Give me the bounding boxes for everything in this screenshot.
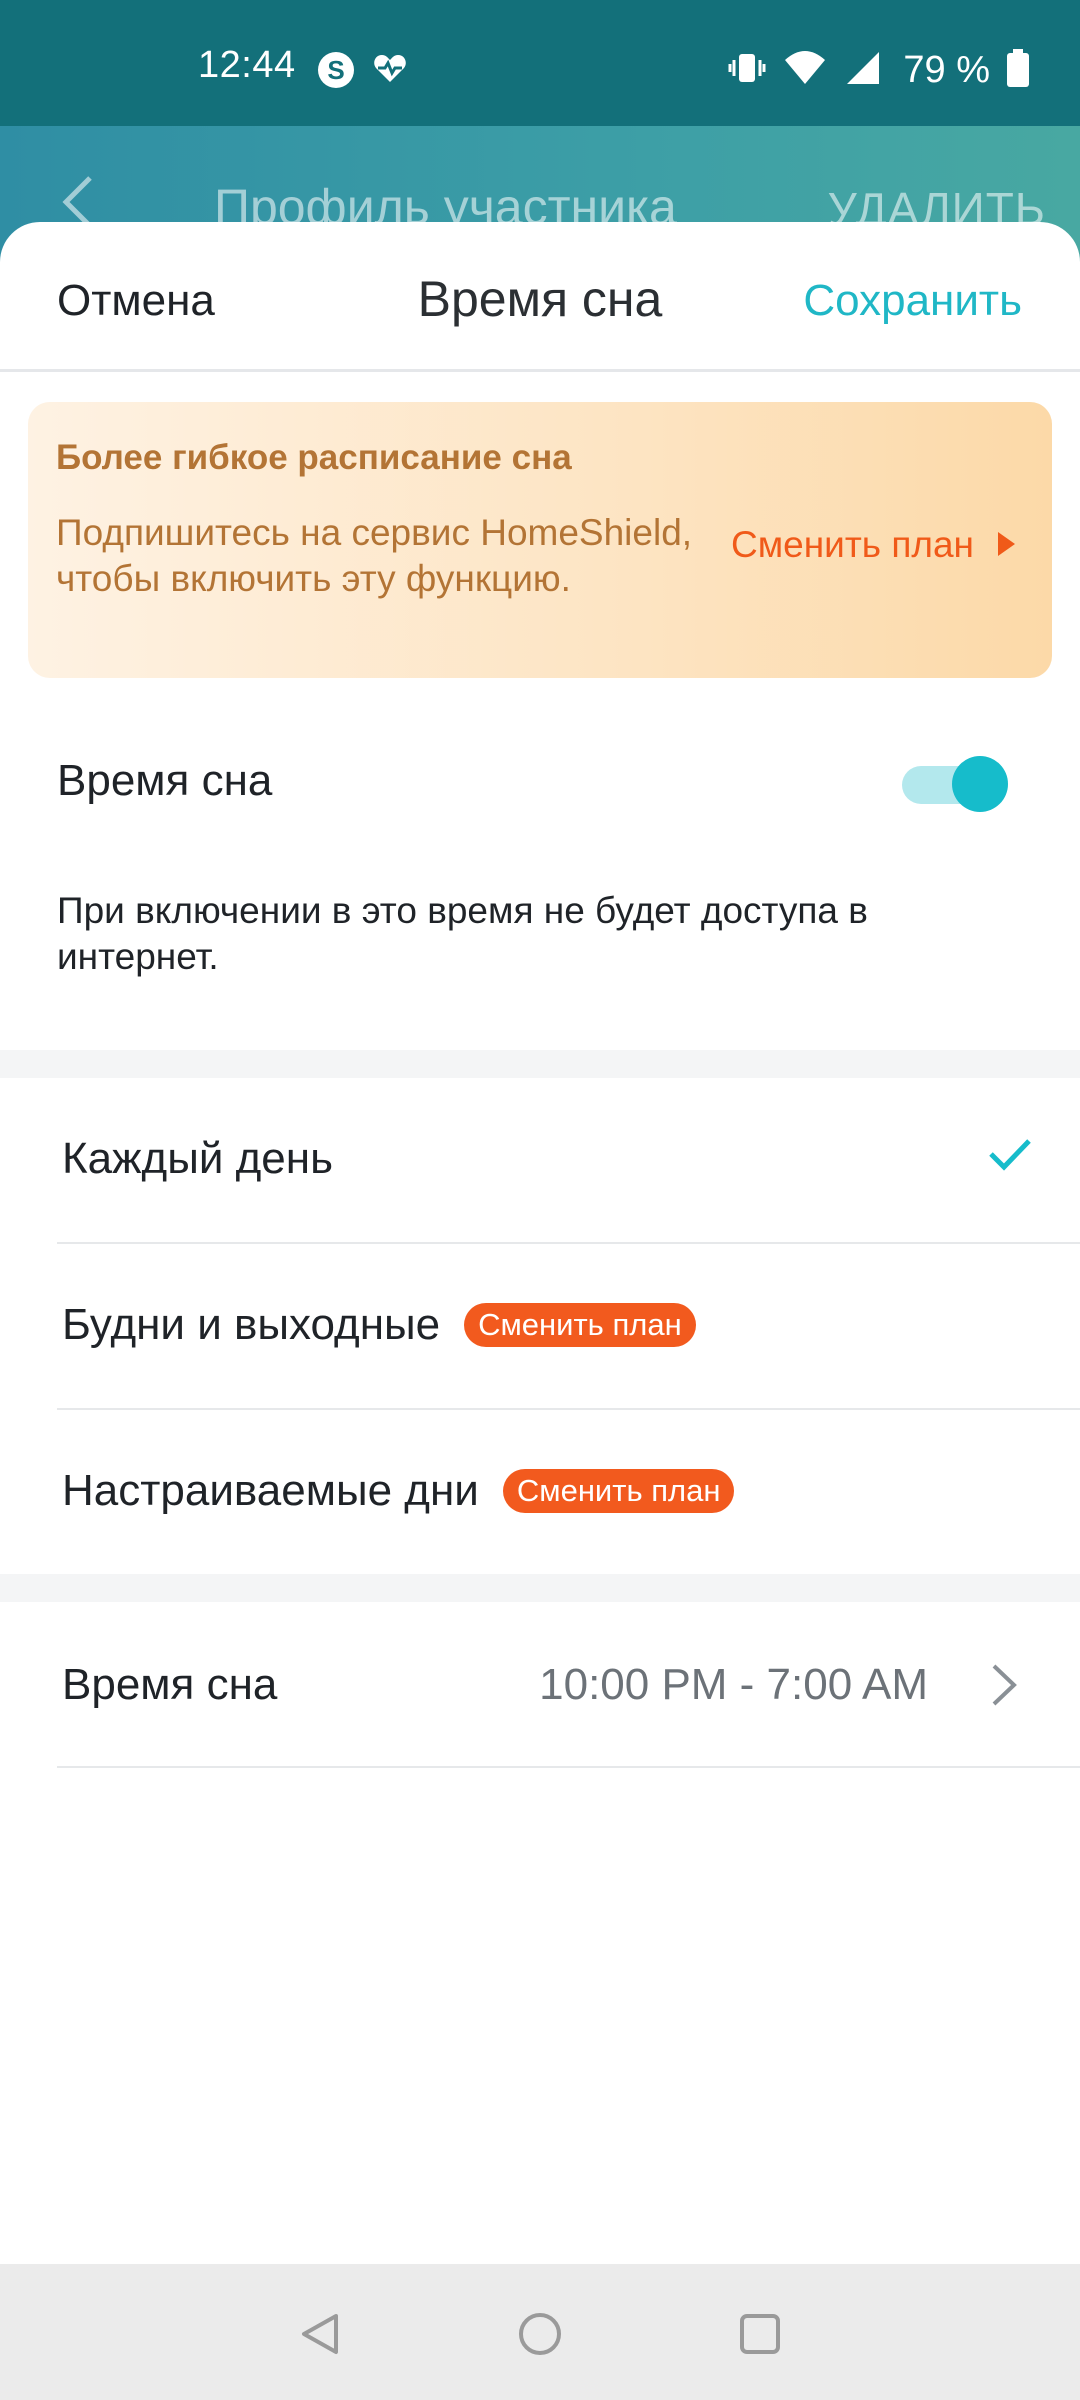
upgrade-banner[interactable]: Более гибкое расписание сна Подпишитесь … bbox=[28, 402, 1052, 678]
section-divider bbox=[0, 1050, 1080, 1078]
check-icon bbox=[988, 1136, 1032, 1177]
skype-icon: S bbox=[316, 50, 356, 95]
battery-icon bbox=[1006, 48, 1030, 93]
wifi-icon bbox=[783, 48, 827, 93]
heart-pulse-icon bbox=[372, 50, 408, 95]
toggle-knob bbox=[952, 756, 1008, 812]
option-label: Каждый день bbox=[62, 1134, 333, 1184]
option-every-day[interactable]: Каждый день bbox=[0, 1078, 1080, 1244]
option-custom-days[interactable]: Настраиваемые дни Сменить план bbox=[0, 1410, 1080, 1550]
chevron-right-icon bbox=[990, 1662, 1018, 1713]
change-plan-badge[interactable]: Сменить план bbox=[464, 1303, 696, 1347]
option-weekdays-weekends[interactable]: Будни и выходные Сменить план bbox=[0, 1244, 1080, 1410]
status-bar: 12:44 S 79 % bbox=[0, 0, 1080, 126]
change-plan-badge[interactable]: Сменить план bbox=[502, 1469, 735, 1513]
navigation-bar bbox=[0, 2264, 1080, 2400]
svg-text:S: S bbox=[327, 55, 344, 85]
option-label-text: Будни и выходные bbox=[62, 1300, 441, 1349]
change-plan-link[interactable]: Сменить план bbox=[731, 524, 1016, 566]
battery-percent: 79 % bbox=[903, 49, 990, 91]
save-button[interactable]: Сохранить bbox=[803, 276, 1022, 326]
change-plan-link-label: Сменить план bbox=[731, 524, 974, 565]
cell-signal-icon bbox=[843, 48, 883, 93]
option-label-text: Настраиваемые дни bbox=[62, 1466, 479, 1515]
upgrade-banner-text: Подпишитесь на сервис HomeShield, чтобы … bbox=[56, 512, 693, 599]
vibrate-icon bbox=[727, 48, 767, 93]
option-label: Будни и выходные Сменить план bbox=[62, 1300, 696, 1350]
sleep-toggle-description: При включении в это время не будет досту… bbox=[57, 890, 868, 977]
status-time: 12:44 bbox=[198, 44, 296, 86]
upgrade-banner-title: Более гибкое расписание сна bbox=[56, 438, 572, 477]
sleep-time-value: 10:00 PM - 7:00 AM bbox=[539, 1660, 928, 1709]
section-divider bbox=[0, 1574, 1080, 1602]
back-nav-icon[interactable] bbox=[296, 2310, 344, 2363]
sleep-toggle-label: Время сна bbox=[57, 756, 273, 805]
status-right-icons: 79 % bbox=[727, 48, 1030, 93]
sleep-time-label: Время сна bbox=[62, 1660, 278, 1709]
sleep-time-sheet: Отмена Время сна Сохранить Более гибкое … bbox=[0, 222, 1080, 2264]
play-arrow-icon bbox=[996, 524, 1016, 566]
home-nav-icon[interactable] bbox=[516, 2310, 564, 2363]
option-label-text: Каждый день bbox=[62, 1134, 334, 1183]
status-left-icons: S bbox=[316, 50, 408, 95]
sleep-toggle-switch[interactable] bbox=[902, 752, 1008, 816]
sleep-time-row[interactable]: Время сна 10:00 PM - 7:00 AM bbox=[0, 1602, 1080, 1768]
sheet-header: Отмена Время сна Сохранить bbox=[0, 222, 1080, 372]
recents-nav-icon[interactable] bbox=[736, 2310, 784, 2363]
row-divider bbox=[57, 1766, 1080, 1768]
option-label: Настраиваемые дни Сменить план bbox=[62, 1466, 735, 1516]
